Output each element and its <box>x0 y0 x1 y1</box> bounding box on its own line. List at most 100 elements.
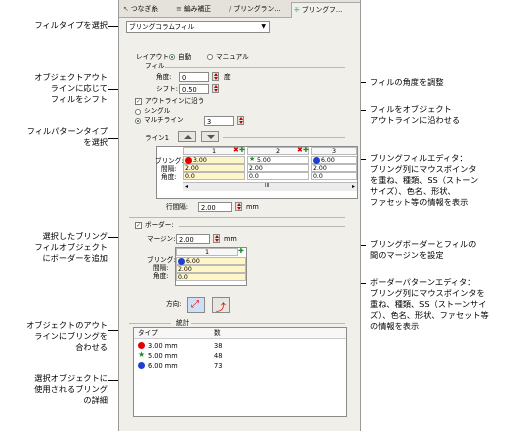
stats-table: タイプ 数 3.00 mm 38 ★ 5.00 mm 48 6.00 mm 73 <box>133 327 347 417</box>
scroll-thumb[interactable]: III <box>265 183 269 189</box>
follow-outline-checkbox[interactable]: ✓ <box>135 98 142 105</box>
layout-manual-radio[interactable] <box>207 54 213 60</box>
callout-select-fill-type: フィルタイプを選択 <box>34 20 108 30</box>
insert-column-icon[interactable]: ✚ <box>239 146 245 154</box>
fill-shift-input[interactable]: 0.50 <box>179 84 209 94</box>
chevron-down-icon: ▼ <box>261 23 266 30</box>
stats-col-count: 数 <box>214 329 221 337</box>
stats-col-type: タイプ <box>138 329 158 337</box>
angle-cell-1[interactable]: 0.0 <box>183 172 245 180</box>
margin-input[interactable]: 2.00 <box>176 234 210 244</box>
table-row: ★ 5.00 mm 48 <box>138 350 223 360</box>
multiline-label: マルチライン <box>144 116 184 124</box>
layout-auto-radio[interactable] <box>169 54 175 60</box>
green-star-bling-icon: ★ <box>249 155 256 163</box>
multiline-radio[interactable] <box>135 118 141 124</box>
direction-arrow-icon: ⤢ <box>191 299 199 310</box>
stats-header-row: タイプ 数 <box>134 328 346 339</box>
fill-angle-spinner[interactable] <box>212 72 219 81</box>
bling-cell-1[interactable]: 3.00 <box>183 156 245 164</box>
angle-cell-2[interactable]: 0.0 <box>247 172 309 180</box>
scroll-left-icon[interactable]: ◂ <box>185 183 188 190</box>
callout-border-editor: ボーダーパターンエディタ： ブリング列にマウスポインタを 重ね、種類、SS（スト… <box>370 277 489 331</box>
callout-fill-follow-outline: フィルをオブジェクト アウトラインに沿わせる <box>370 104 461 125</box>
direction-ccw-button[interactable]: ⤢ <box>187 297 205 313</box>
margin-unit: mm <box>224 235 237 243</box>
callout-shift-per-outline: オブジェクトアウト ラインに応じて フィルをシフト <box>34 72 108 104</box>
callout-details: 選択オブジェクトに 使用されるブリング の詳細 <box>34 373 108 405</box>
border-row-label-angle: 角度: <box>153 272 169 280</box>
row-spacing-unit: mm <box>246 203 259 211</box>
spacing-cell-3[interactable]: 2.00 <box>311 164 357 172</box>
row-spacing-spinner[interactable] <box>235 202 242 211</box>
delete-column-icon[interactable]: ✖ <box>297 146 303 154</box>
insert-column-icon[interactable]: ✚ <box>303 146 309 154</box>
border-spacing-cell[interactable]: 2.00 <box>176 265 246 273</box>
red-bling-icon <box>138 342 145 349</box>
bling-run-icon: ∕ <box>229 5 232 13</box>
fill-shift-label: シフト: <box>156 85 179 93</box>
blue-bling-icon <box>313 157 320 164</box>
border-bling-cell[interactable]: 6.00 <box>176 257 246 265</box>
layout-label: レイアウト: <box>136 53 172 61</box>
fill-type-dropdown[interactable]: ブリングコラムフィル ▼ <box>126 21 270 33</box>
tab-connectors[interactable]: ↖ つなぎ糸 <box>121 2 177 17</box>
border-pattern-editor[interactable]: 1 ✚ 6.00 2.00 0.0 <box>175 247 247 286</box>
multiline-count-spinner[interactable] <box>237 116 244 125</box>
fill-shift-spinner[interactable] <box>212 84 219 93</box>
bling-cell-3[interactable]: 6.00 <box>311 156 357 164</box>
line1-section-label: ライン1 <box>145 134 169 142</box>
angle-cell-3[interactable]: 0.0 <box>311 172 357 180</box>
callout-bling-follows: オブジェクトのアウト ラインにブリングを 合わせる <box>26 320 108 352</box>
single-radio[interactable] <box>135 109 141 115</box>
callout-select-pattern: フィルパターンタイプ を選択 <box>26 126 108 147</box>
row-spacing-input[interactable]: 2.00 <box>198 202 232 212</box>
green-star-bling-icon: ★ <box>138 350 146 359</box>
scroll-right-icon[interactable]: ▸ <box>352 183 355 190</box>
tab-bling-run[interactable]: ∕ ブリングラン... <box>227 2 295 17</box>
arrow-up-icon <box>184 135 192 139</box>
fill-angle-unit: 度 <box>224 73 231 81</box>
arrow-down-icon <box>207 135 215 139</box>
line-prev-button[interactable] <box>178 131 196 142</box>
blue-bling-icon <box>178 258 185 265</box>
connector-icon: ↖ <box>123 5 129 13</box>
row-spacing-label: 行間隔: <box>166 203 189 211</box>
blue-bling-icon <box>138 362 145 369</box>
divider <box>223 137 345 138</box>
bling-fill-properties-panel: ↖ つなぎ糸 ≡ 編み補正 ∕ ブリングラン... ⁜ ブリングフ... ブリン… <box>118 0 361 431</box>
divider <box>179 226 345 227</box>
direction-arrow-icon: ⤴ <box>216 303 226 314</box>
bling-cell-2[interactable]: ★ 5.00 <box>247 156 309 164</box>
callout-border-margin: ブリングボーダーとフィルの 間のマージンを設定 <box>370 239 477 260</box>
red-bling-icon <box>185 157 192 164</box>
direction-cw-button[interactable]: ⤴ <box>212 297 230 314</box>
divider <box>129 217 345 218</box>
line-next-button[interactable] <box>201 131 219 142</box>
bling-fill-editor[interactable]: 1 2 3 ✖ ✚ ✖ ✚ ブリング: 間隔: 角度: 3.00 2.00 0.… <box>155 146 358 199</box>
layout-auto-label: 自動 <box>178 53 192 61</box>
single-label: シングル <box>144 107 171 115</box>
delete-column-icon[interactable]: ✖ <box>233 146 239 154</box>
direction-label: 方向: <box>166 300 182 308</box>
multiline-count-input[interactable]: 3 <box>204 116 234 126</box>
fill-section-label: フィル <box>145 62 165 70</box>
divider <box>165 67 345 68</box>
horizontal-scrollbar[interactable]: ◂ III ▸ <box>183 182 357 191</box>
table-row: 3.00 mm 38 <box>134 342 346 351</box>
bling-fill-icon: ⁜ <box>294 6 300 14</box>
tab-bar: ↖ つなぎ糸 ≡ 編み補正 ∕ ブリングラン... ⁜ ブリングフ... <box>119 0 360 18</box>
fill-angle-input[interactable]: 0 <box>179 72 209 82</box>
callout-adjust-angle: フィルの角度を調整 <box>370 77 444 87</box>
callout-add-border: 選択したブリング フィルオブジェクト にボーダーを追加 <box>34 231 108 263</box>
tab-compensation[interactable]: ≡ 編み補正 <box>174 2 230 17</box>
border-checkbox[interactable]: ✓ <box>135 222 142 229</box>
tab-bling-fill[interactable]: ⁜ ブリングフ... <box>291 2 360 18</box>
spacing-cell-2[interactable]: 2.00 <box>247 164 309 172</box>
margin-spinner[interactable] <box>213 234 220 243</box>
border-angle-cell[interactable]: 0.0 <box>176 273 246 281</box>
layout-manual-label: マニュアル <box>216 53 249 61</box>
spacing-cell-1[interactable]: 2.00 <box>183 164 245 172</box>
border-label: ボーダー: <box>145 221 174 229</box>
insert-column-icon[interactable]: ✚ <box>238 247 244 255</box>
